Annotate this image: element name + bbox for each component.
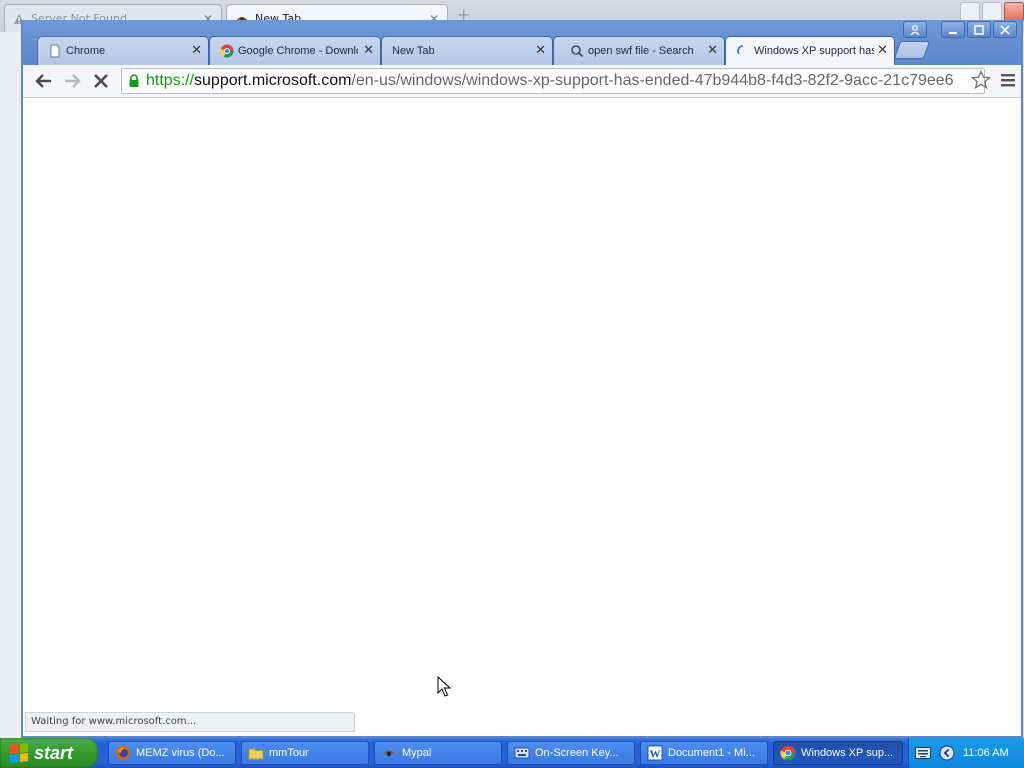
taskbar-item-document1-word[interactable]: W Document1 - Mi... — [640, 741, 768, 765]
taskbar-item-memz-virus[interactable]: MEMZ virus (Do... — [108, 741, 236, 765]
chrome-window: Chrome ✕ Google Chrome - Downlo ✕ New Ta… — [21, 20, 1023, 738]
person-icon — [910, 24, 920, 35]
taskbar-item-mmtour[interactable]: mmTour — [241, 741, 369, 765]
taskbar: start MEMZ virus (Do... mmTour Mypal On-… — [0, 738, 1024, 768]
taskbar-item-label: On-Screen Key... — [535, 747, 619, 759]
taskbar-item-on-screen-keyboard[interactable]: On-Screen Key... — [507, 741, 635, 765]
mypal-icon — [382, 750, 396, 757]
close-icon — [1000, 24, 1010, 35]
document-icon — [50, 44, 60, 58]
chrome-icon — [780, 745, 796, 761]
taskbar-item-label: Windows XP sup... — [801, 747, 894, 759]
tab-windows-xp-support[interactable]: Windows XP support has ✕ — [725, 36, 895, 65]
status-bubble: Waiting for www.microsoft.com... — [25, 712, 355, 732]
minimize-button[interactable] — [960, 2, 980, 22]
background-window-edge — [0, 32, 22, 738]
clock[interactable]: 11:06 AM — [963, 747, 1009, 759]
taskbar-item-mypal[interactable]: Mypal — [374, 741, 502, 765]
system-tray: 11:06 AM — [908, 738, 1024, 768]
windows-logo-icon — [10, 743, 28, 763]
url-scheme: https:// — [146, 72, 195, 89]
start-button[interactable]: start — [0, 738, 98, 768]
restore-button[interactable] — [982, 2, 1002, 22]
taskbar-item-label: Document1 - Mi... — [668, 747, 755, 759]
close-icon[interactable]: ✕ — [707, 43, 718, 57]
close-icon[interactable]: ✕ — [877, 43, 888, 57]
firefox-icon — [116, 746, 130, 760]
start-label: start — [34, 742, 74, 763]
back-arrow-icon — [35, 74, 51, 88]
url-path: /en-us/windows/windows-xp-support-has-en… — [351, 72, 954, 89]
url-host: support.microsoft.com — [194, 72, 352, 89]
hamburger-menu-icon[interactable] — [1001, 72, 1015, 91]
maximize-icon — [974, 24, 984, 35]
tab-google-chrome-download[interactable]: Google Chrome - Downlo ✕ — [209, 36, 381, 65]
taskbar-item-label: mmTour — [269, 747, 309, 759]
word-icon: W — [647, 745, 663, 761]
bookmark-star-icon[interactable] — [970, 69, 992, 94]
tab-label: Google Chrome - Downlo — [238, 45, 358, 57]
taskbar-item-label: MEMZ virus (Do... — [136, 747, 225, 759]
close-icon[interactable]: ✕ — [363, 43, 374, 57]
toolbar: https://support.microsoft.com/en-us/wind… — [23, 65, 1021, 98]
close-button[interactable] — [1004, 2, 1024, 22]
stop-button[interactable] — [90, 70, 112, 92]
forward-arrow-icon — [65, 74, 81, 88]
close-icon[interactable]: ✕ — [535, 43, 546, 57]
folder-icon — [248, 748, 264, 760]
back-button[interactable] — [33, 70, 55, 92]
address-bar[interactable]: https://support.microsoft.com/en-us/wind… — [121, 68, 985, 94]
background-window-controls — [960, 2, 1024, 22]
tab-open-swf-search[interactable]: open swf file - Search ✕ — [553, 36, 725, 65]
chrome-icon — [220, 44, 234, 58]
tab-strip: Chrome ✕ Google Chrome - Downlo ✕ New Ta… — [23, 36, 1021, 65]
svg-text:W: W — [650, 749, 661, 761]
search-icon — [571, 45, 584, 58]
loading-spinner-icon — [737, 45, 744, 55]
lock-icon — [129, 74, 139, 87]
tab-label: Chrome — [66, 45, 106, 57]
taskbar-item-label: Mypal — [402, 747, 432, 759]
stop-x-icon — [94, 74, 108, 88]
desktop: Server Not Found ✕ New Tab ✕ + Chrome ✕ … — [0, 0, 1024, 768]
taskbar-item-windows-xp-support[interactable]: Windows XP sup... — [773, 741, 903, 765]
tab-label: New Tab — [392, 45, 435, 57]
tray-expand-icon[interactable] — [939, 745, 955, 761]
title-bar[interactable]: Chrome ✕ Google Chrome - Downlo ✕ New Ta… — [23, 20, 1021, 65]
minimize-icon — [949, 31, 957, 34]
keyboard-icon — [514, 747, 530, 759]
tab-chrome[interactable]: Chrome ✕ — [37, 36, 209, 65]
tab-label: Windows XP support has — [754, 45, 874, 57]
keyboard-tray-icon[interactable] — [915, 747, 931, 759]
page-content[interactable] — [23, 98, 1021, 736]
tab-new-tab[interactable]: New Tab ✕ — [381, 36, 553, 65]
close-icon[interactable]: ✕ — [191, 43, 202, 57]
tab-label: open swf file - Search — [588, 45, 694, 57]
mouse-cursor-icon — [437, 676, 451, 697]
forward-button[interactable] — [61, 70, 83, 92]
